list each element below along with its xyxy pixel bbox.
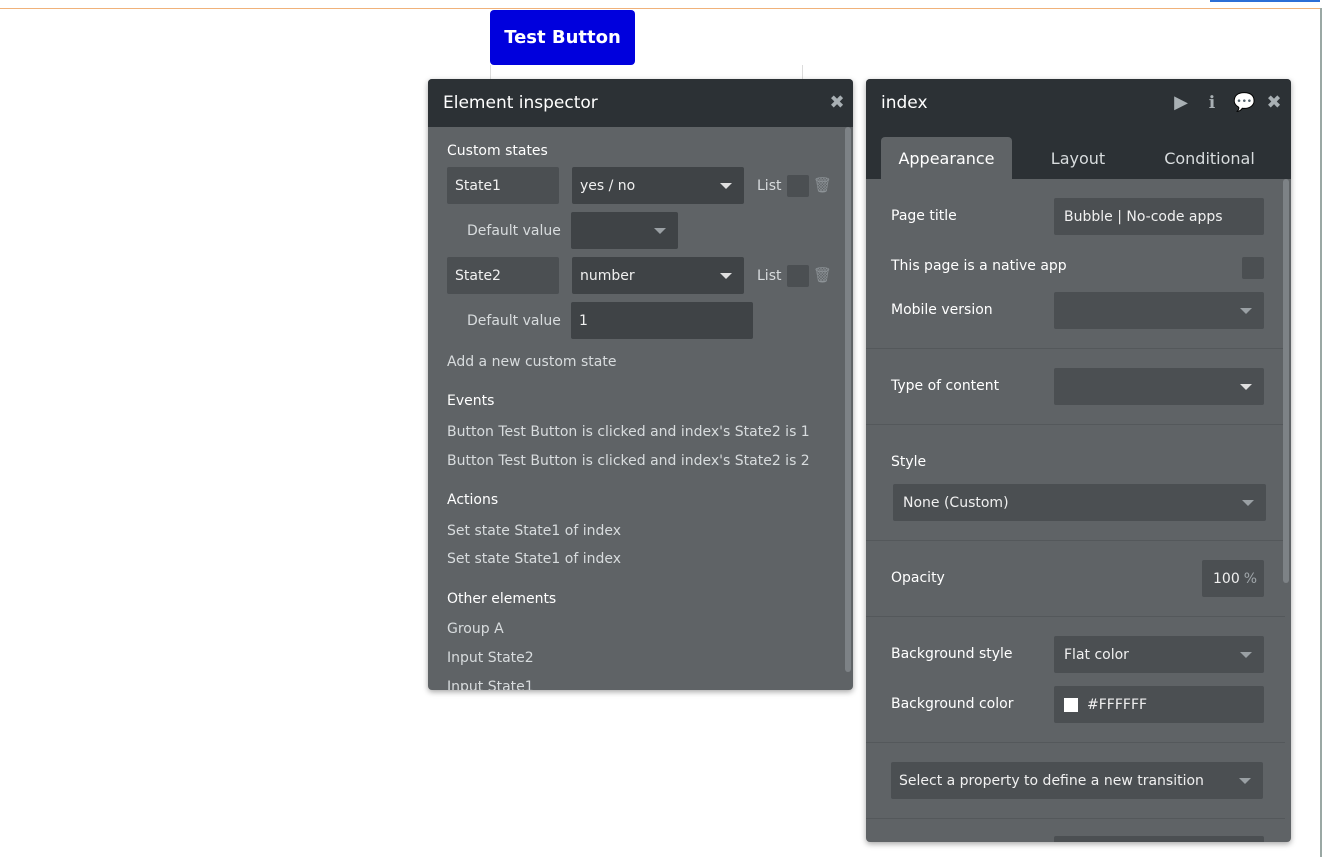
chevron-down-icon [1242,499,1254,506]
trash-icon[interactable]: 🗑 [813,266,832,284]
state2-list-label: List [757,268,782,284]
style-label: Style [891,454,927,470]
chevron-down-icon [1240,651,1252,658]
state1-default-label: Default value [467,223,561,239]
top-divider [0,8,1321,9]
background-style-value: Flat color [1064,646,1129,663]
inspector-header: Element inspector ✖ [428,79,853,127]
opacity-label: Opacity [891,570,945,586]
element-item[interactable]: Input State1 [447,679,534,690]
index-title: index [881,93,928,113]
native-app-checkbox[interactable] [1242,257,1264,279]
chevron-down-icon [654,227,666,234]
tab-appearance[interactable]: Appearance [881,137,1012,179]
trash-icon[interactable]: 🗑 [813,176,832,194]
element-inspector-panel: Element inspector ✖ Custom states State1… [428,79,853,690]
divider [866,424,1285,425]
index-property-panel: index ▶ ℹ 💬 ✖ Appearance Layout Conditio… [866,79,1291,842]
type-of-content-label: Type of content [891,378,1000,394]
info-icon[interactable]: ℹ [1202,93,1222,113]
events-label: Events [447,393,495,409]
native-app-label: This page is a native app [891,258,1067,274]
state2-name-input[interactable]: State2 [447,257,559,294]
tab-bar: Appearance Layout Conditional [866,127,1291,179]
divider [866,818,1285,819]
divider [866,540,1285,541]
mobile-version-label: Mobile version [891,302,993,318]
other-elements-label: Other elements [447,591,557,607]
custom-states-label: Custom states [447,143,548,159]
chevron-down-icon [1240,307,1252,314]
tab-layout[interactable]: Layout [1026,137,1130,179]
event-item[interactable]: Button Test Button is clicked and index'… [447,424,810,440]
style-dropdown[interactable]: None (Custom) [893,484,1266,521]
page-right-border [1320,8,1322,857]
test-button[interactable]: Test Button [490,10,635,65]
state2-type-dropdown[interactable]: number [572,257,744,294]
state1-type: yes / no [580,177,636,194]
page-title-value: Bubble | No-code apps [1064,208,1223,225]
transition-placeholder: Select a property to define a new transi… [899,772,1204,789]
background-style-dropdown[interactable]: Flat color [1054,636,1264,673]
chevron-down-icon [1239,777,1251,784]
index-header: index ▶ ℹ 💬 ✖ [866,79,1291,127]
opacity-unit: % [1243,570,1258,587]
state1-name: State1 [455,177,501,194]
divider [866,742,1285,743]
opacity-value: 100 [1213,570,1240,587]
type-of-content-dropdown[interactable] [1054,368,1264,405]
tab-conditional[interactable]: Conditional [1151,137,1268,179]
state1-list-checkbox[interactable] [787,175,809,197]
page-title-label: Page title [891,208,957,224]
action-item[interactable]: Set state State1 of index [447,551,621,567]
event-item[interactable]: Button Test Button is clicked and index'… [447,453,810,469]
close-icon[interactable]: ✖ [827,93,847,113]
top-accent [1210,0,1320,2]
page-title-input[interactable]: Bubble | No-code apps [1054,198,1264,235]
state2-name: State2 [455,267,501,284]
opacity-input[interactable]: 100 % [1202,560,1264,597]
state2-list-checkbox[interactable] [787,265,809,287]
play-icon[interactable]: ▶ [1171,93,1191,113]
inspector-title: Element inspector [443,93,598,113]
state1-list-label: List [757,178,782,194]
actions-label: Actions [447,492,499,508]
element-item[interactable]: Input State2 [447,650,534,666]
chevron-down-icon [720,272,732,279]
state2-default-label: Default value [467,313,561,329]
cut-off-field [1054,836,1264,842]
state1-name-input[interactable]: State1 [447,167,559,204]
element-item[interactable]: Group A [447,621,504,637]
comment-icon[interactable]: 💬 [1233,93,1255,113]
chevron-down-icon [1240,383,1252,390]
state1-type-dropdown[interactable]: yes / no [572,167,744,204]
style-value: None (Custom) [903,494,1009,511]
background-color-label: Background color [891,696,1014,712]
inspector-scrollbar[interactable] [845,127,851,672]
background-color-value: #FFFFFF [1087,696,1148,713]
editor-canvas: Test Button Element inspector ✖ Custom s… [0,0,1333,857]
action-item[interactable]: Set state State1 of index [447,523,621,539]
color-swatch[interactable] [1064,697,1078,712]
add-custom-state-link[interactable]: Add a new custom state [447,354,616,370]
chevron-down-icon [720,182,732,189]
state2-default-input[interactable]: 1 [571,302,753,339]
mobile-version-dropdown[interactable] [1054,292,1264,329]
state1-default-dropdown[interactable] [571,212,678,249]
background-style-label: Background style [891,646,1013,662]
index-scrollbar[interactable] [1283,179,1289,583]
divider [866,616,1285,617]
background-color-input[interactable]: #FFFFFF [1054,686,1264,723]
state2-type: number [580,267,635,284]
state2-default-value: 1 [579,312,588,329]
divider [866,348,1285,349]
transition-dropdown[interactable]: Select a property to define a new transi… [891,762,1263,799]
close-icon[interactable]: ✖ [1264,93,1284,113]
